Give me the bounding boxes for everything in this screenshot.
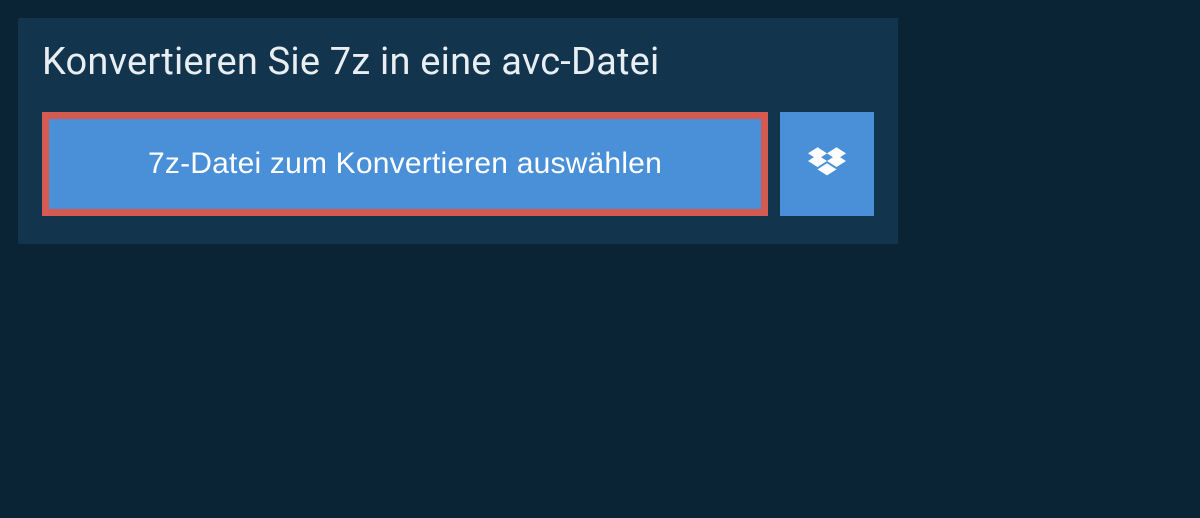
converter-panel: Konvertieren Sie 7z in eine avc-Datei 7z… xyxy=(18,18,898,244)
button-row: 7z-Datei zum Konvertieren auswählen xyxy=(18,112,898,244)
select-file-label: 7z-Datei zum Konvertieren auswählen xyxy=(148,147,662,181)
page-title: Konvertieren Sie 7z in eine avc-Datei xyxy=(42,40,874,84)
dropbox-icon xyxy=(808,145,846,183)
heading-wrap: Konvertieren Sie 7z in eine avc-Datei xyxy=(18,18,898,112)
dropbox-button[interactable] xyxy=(780,112,874,216)
select-file-button[interactable]: 7z-Datei zum Konvertieren auswählen xyxy=(42,112,768,216)
